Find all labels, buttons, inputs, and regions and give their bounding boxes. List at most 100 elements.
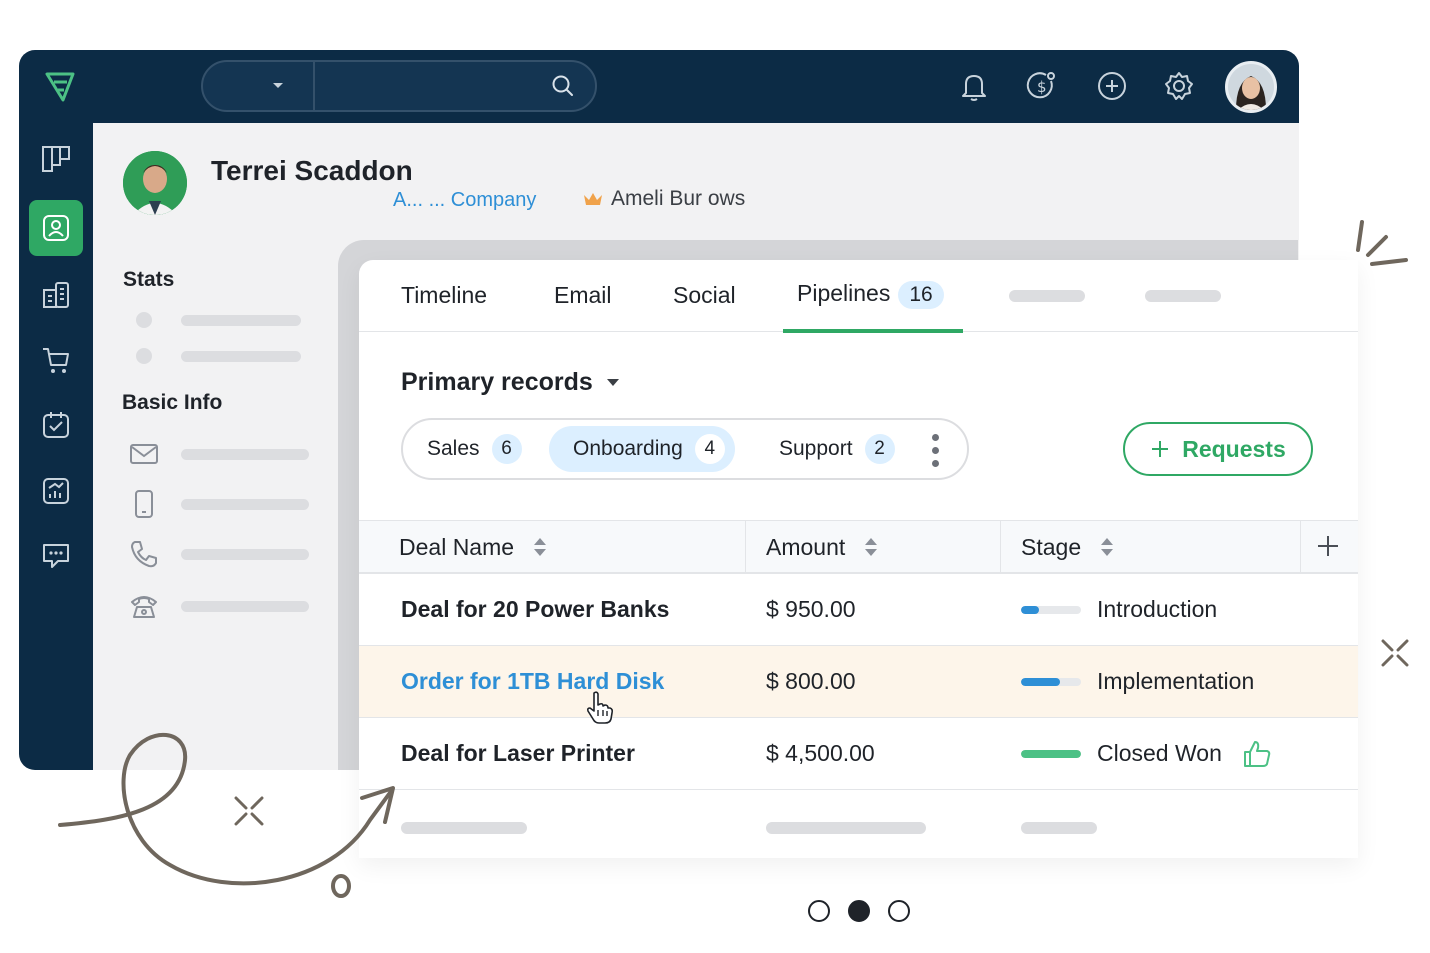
sidebar-item-accounts[interactable] bbox=[29, 267, 83, 323]
segment-sales[interactable]: Sales 6 bbox=[403, 426, 532, 472]
segment-sales-count: 6 bbox=[491, 434, 522, 464]
calendar-check-icon bbox=[43, 412, 69, 438]
sidebar-item-chat[interactable] bbox=[29, 527, 83, 583]
settings-icon[interactable] bbox=[1162, 69, 1196, 103]
mail-icon bbox=[130, 444, 158, 464]
table-row-highlighted[interactable]: Order for 1TB Hard Disk $ 800.00 Impleme… bbox=[359, 646, 1358, 718]
stat-placeholder bbox=[181, 315, 301, 326]
user-avatar[interactable] bbox=[1225, 61, 1277, 113]
stage-progress-fill bbox=[1021, 677, 1060, 686]
tab-timeline[interactable]: Timeline bbox=[401, 282, 487, 309]
table-row[interactable]: Deal for Laser Printer $ 4,500.00 Closed… bbox=[359, 718, 1358, 790]
telephone-icon bbox=[131, 596, 157, 618]
dollar-gear-icon[interactable]: $ bbox=[1025, 69, 1059, 103]
crown-icon bbox=[584, 193, 602, 205]
stage-progress-fill bbox=[1021, 749, 1081, 758]
column-stage-label: Stage bbox=[1021, 533, 1082, 560]
tab-placeholder bbox=[1145, 290, 1221, 302]
pager-dot[interactable] bbox=[808, 900, 830, 922]
phone-placeholder bbox=[181, 549, 309, 560]
column-amount[interactable]: Amount bbox=[746, 521, 1001, 573]
primary-records-dropdown[interactable]: Primary records bbox=[401, 368, 619, 397]
stage-progress-fill bbox=[1021, 605, 1039, 614]
mobile-icon bbox=[135, 490, 153, 518]
sidebar-item-contacts[interactable] bbox=[29, 200, 83, 256]
chevron-down-icon bbox=[606, 379, 619, 386]
sidebar bbox=[19, 123, 93, 770]
search-module-select[interactable] bbox=[203, 62, 315, 110]
deal-name-link[interactable]: Order for 1TB Hard Disk bbox=[401, 646, 664, 717]
tab-email[interactable]: Email bbox=[554, 282, 612, 309]
telephone-placeholder bbox=[181, 601, 309, 612]
svg-text:$: $ bbox=[1037, 78, 1047, 96]
table-row[interactable]: Deal for 20 Power Banks $ 950.00 Introdu… bbox=[359, 574, 1358, 646]
cart-icon bbox=[43, 348, 69, 373]
segment-onboarding[interactable]: Onboarding 4 bbox=[549, 426, 735, 472]
hand-cursor-icon bbox=[586, 691, 614, 724]
deal-amount: $ 950.00 bbox=[766, 596, 856, 622]
column-stage[interactable]: Stage bbox=[1001, 521, 1301, 573]
stage-progress-bar bbox=[1021, 605, 1081, 614]
stage-label: Implementation bbox=[1097, 668, 1255, 694]
primary-records-label: Primary records bbox=[401, 368, 593, 396]
segment-onboarding-label: Onboarding bbox=[573, 437, 683, 460]
sidebar-item-activities[interactable] bbox=[29, 397, 83, 453]
pipelines-card: Timeline Email Social Pipelines 16 Primar… bbox=[359, 260, 1358, 858]
carousel-pager bbox=[808, 900, 910, 922]
requests-label: Requests bbox=[1182, 435, 1286, 462]
plus-circle-icon[interactable] bbox=[1095, 69, 1129, 103]
email-placeholder bbox=[181, 449, 309, 460]
pager-dot-active[interactable] bbox=[848, 900, 870, 922]
deals-table-header: Deal Name Amount Stage bbox=[359, 520, 1358, 574]
segment-support-label: Support bbox=[779, 437, 853, 460]
pager-dot[interactable] bbox=[888, 900, 910, 922]
tab-placeholder bbox=[1009, 290, 1085, 302]
search-icon[interactable] bbox=[551, 74, 575, 98]
column-amount-label: Amount bbox=[766, 533, 846, 560]
pipeline-segments: Sales 6 Onboarding 4 Support 2 bbox=[401, 418, 969, 480]
deal-stage: Closed Won bbox=[1021, 718, 1272, 789]
global-search[interactable] bbox=[201, 60, 597, 112]
thumbs-up-icon bbox=[1243, 740, 1271, 767]
basic-info-title: Basic Info bbox=[122, 391, 223, 414]
bell-icon[interactable] bbox=[957, 69, 991, 103]
sort-icon[interactable] bbox=[865, 537, 878, 557]
stats-title: Stats bbox=[123, 268, 175, 291]
stage-progress-bar bbox=[1021, 749, 1081, 758]
deal-amount: $ 4,500.00 bbox=[766, 740, 875, 766]
tab-social[interactable]: Social bbox=[673, 282, 736, 309]
record-tabs: Timeline Email Social Pipelines 16 bbox=[359, 260, 1358, 333]
stat-placeholder bbox=[181, 351, 301, 362]
plus-icon bbox=[1152, 441, 1169, 457]
contact-avatar[interactable] bbox=[123, 151, 187, 215]
chevron-down-icon bbox=[273, 83, 283, 88]
sidebar-item-board[interactable] bbox=[29, 131, 83, 187]
sidebar-item-cart[interactable] bbox=[29, 332, 83, 388]
column-deal-name-label: Deal Name bbox=[399, 533, 515, 560]
deal-stage: Implementation bbox=[1021, 646, 1254, 717]
segment-support-count: 2 bbox=[864, 434, 895, 464]
user-avatar-image bbox=[1228, 64, 1274, 110]
contact-avatar-image bbox=[123, 151, 187, 215]
deal-name[interactable]: Deal for Laser Printer bbox=[401, 718, 635, 789]
deal-amount: $ 800.00 bbox=[766, 668, 856, 694]
sort-icon[interactable] bbox=[534, 537, 547, 557]
board-icon bbox=[42, 146, 70, 172]
add-column-icon[interactable] bbox=[1317, 535, 1339, 557]
sort-icon[interactable] bbox=[1101, 537, 1114, 557]
app-logo-icon[interactable] bbox=[43, 68, 77, 104]
more-options-icon[interactable] bbox=[931, 434, 939, 468]
phone-icon bbox=[131, 541, 157, 568]
sidebar-item-reports[interactable] bbox=[29, 463, 83, 519]
segment-support[interactable]: Support 2 bbox=[755, 426, 905, 472]
tab-pipelines[interactable]: Pipelines 16 bbox=[797, 280, 944, 309]
row-placeholder bbox=[766, 822, 926, 834]
contact-company-link[interactable]: A... ... Company bbox=[393, 189, 536, 212]
requests-button[interactable]: Requests bbox=[1123, 422, 1313, 476]
column-deal-name[interactable]: Deal Name bbox=[359, 521, 746, 573]
deal-name[interactable]: Deal for 20 Power Banks bbox=[401, 574, 669, 645]
deal-stage: Introduction bbox=[1021, 574, 1217, 645]
row-placeholder bbox=[401, 822, 527, 834]
stage-label: Closed Won bbox=[1097, 740, 1222, 766]
building-icon bbox=[43, 282, 69, 308]
